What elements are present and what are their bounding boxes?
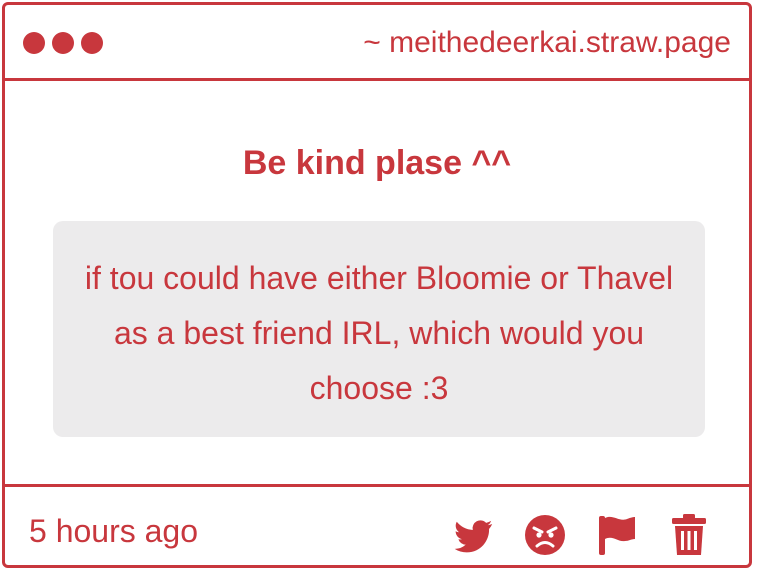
question-text: if tou could have either Bloomie or Thav… <box>84 260 674 406</box>
flag-icon[interactable] <box>595 513 639 557</box>
window-dot[interactable] <box>23 32 45 54</box>
message-card: ~ meithedeerkai.straw.page Be kind plase… <box>2 2 752 568</box>
page-heading: Be kind plase ^^ <box>242 144 512 182</box>
twitter-icon[interactable] <box>451 513 495 557</box>
window-controls <box>23 32 103 54</box>
angry-face-icon[interactable] <box>523 513 567 557</box>
timestamp: 5 hours ago <box>29 513 199 549</box>
window-dot[interactable] <box>81 32 103 54</box>
action-bar <box>451 513 711 557</box>
window-titlebar: ~ meithedeerkai.straw.page <box>5 5 749 81</box>
trash-icon[interactable] <box>667 513 711 557</box>
question-box: if tou could have either Bloomie or Thav… <box>53 221 705 437</box>
site-domain: ~ meithedeerkai.straw.page <box>363 26 731 59</box>
window-dot[interactable] <box>52 32 74 54</box>
message-footer: 5 hours ago <box>5 487 749 565</box>
message-content: Be kind plase ^^ if tou could have eithe… <box>5 81 749 487</box>
